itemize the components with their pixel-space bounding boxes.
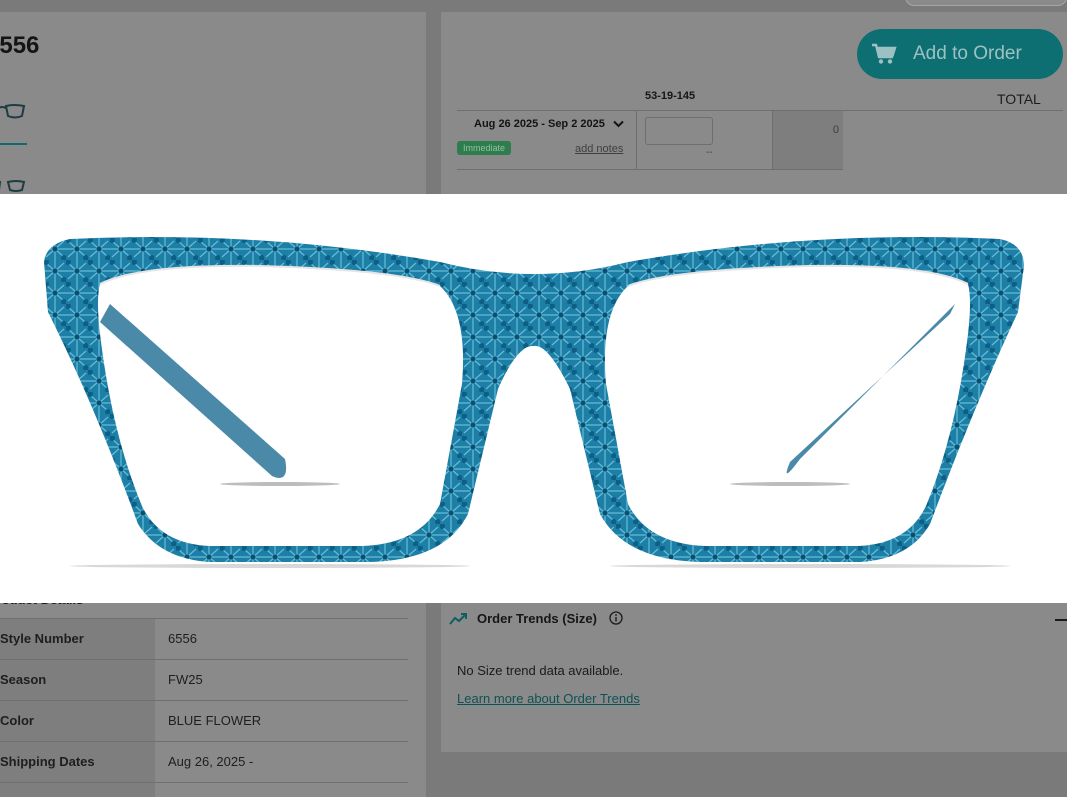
detail-value-color: BLUE FLOWER bbox=[168, 713, 262, 728]
thumbnail-angle-glasses[interactable] bbox=[0, 176, 28, 194]
detail-value-style-number: 6556 bbox=[168, 631, 197, 646]
top-search-pill[interactable] bbox=[905, 0, 1067, 6]
detail-label-season: Season bbox=[0, 672, 47, 687]
status-badge: Immediate bbox=[457, 141, 512, 155]
order-trends-title[interactable]: Order Trends (Size) bbox=[477, 611, 597, 626]
trends-empty-message: No Size trend data available. bbox=[457, 663, 624, 678]
product-image-lightbox bbox=[0, 194, 1067, 603]
quantity-input[interactable] bbox=[645, 117, 713, 145]
table-row-divider bbox=[457, 169, 843, 170]
detail-label-color: Color bbox=[0, 713, 34, 728]
table-header-divider bbox=[457, 110, 1063, 111]
detail-label-style-number: Style Number bbox=[0, 631, 84, 646]
details-divider bbox=[0, 741, 408, 742]
thumbnail-front-glasses[interactable] bbox=[0, 98, 28, 124]
size-column-header: 53-19-145 bbox=[645, 90, 696, 102]
row-total-cell: 0 bbox=[773, 111, 843, 169]
detail-label-shipping-dates: Shipping Dates bbox=[0, 754, 95, 769]
cart-icon bbox=[872, 43, 897, 64]
details-divider bbox=[0, 700, 408, 701]
detail-value-season: FW25 bbox=[168, 672, 203, 687]
glasses-image bbox=[44, 237, 1024, 568]
details-divider bbox=[0, 782, 408, 783]
add-to-order-label: Add to Order bbox=[913, 43, 1022, 64]
detail-value-shipping-dates: Aug 26, 2025 - bbox=[168, 754, 254, 769]
info-icon[interactable] bbox=[609, 611, 623, 625]
add-to-order-button[interactable]: Add to Order bbox=[857, 29, 1063, 79]
details-divider bbox=[0, 618, 408, 619]
ship-date-label: Aug 26 2025 - Sep 2 2025 bbox=[474, 118, 605, 130]
quantity-subtext: -- bbox=[706, 147, 713, 158]
row-total-value: 0 bbox=[832, 124, 839, 136]
thumbnail-selected-indicator bbox=[0, 143, 27, 145]
total-column-header: TOTAL bbox=[997, 91, 1041, 107]
learn-more-order-trends-link[interactable]: Learn more about Order Trends bbox=[457, 691, 640, 706]
column-divider bbox=[636, 111, 637, 169]
collapse-icon[interactable] bbox=[1055, 619, 1067, 621]
product-title: 6556 bbox=[0, 32, 40, 59]
add-notes-link[interactable]: add notes bbox=[575, 143, 623, 155]
ship-date-dropdown[interactable]: Aug 26 2025 - Sep 2 2025 bbox=[474, 118, 624, 130]
trending-up-icon bbox=[449, 613, 467, 625]
details-divider bbox=[0, 659, 408, 660]
chevron-down-icon bbox=[613, 120, 624, 128]
